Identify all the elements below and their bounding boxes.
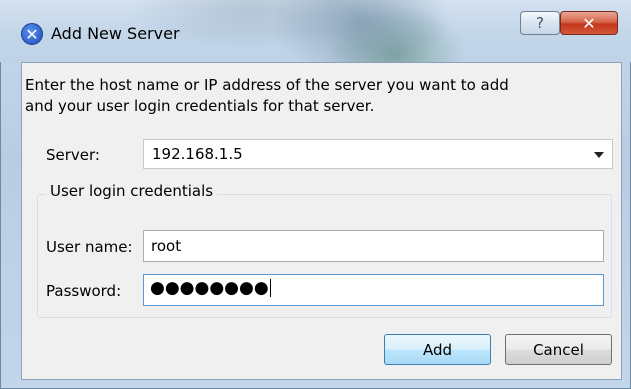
app-icon: ✕ bbox=[21, 23, 43, 45]
text-caret bbox=[269, 279, 271, 297]
server-value: 192.168.1.5 bbox=[152, 145, 243, 163]
password-mask: ●●●●●●●● bbox=[150, 278, 269, 298]
instructions-line-1: Enter the host name or IP address of the… bbox=[25, 76, 509, 94]
username-field[interactable]: root bbox=[143, 230, 604, 262]
instructions-text: Enter the host name or IP address of the… bbox=[25, 75, 585, 117]
server-combobox[interactable]: 192.168.1.5 bbox=[143, 139, 613, 169]
instructions-line-2: and your user login credentials for that… bbox=[25, 97, 375, 115]
title-bar[interactable]: ✕ Add New Server ? ✕ bbox=[0, 0, 631, 62]
password-label: Password: bbox=[46, 282, 122, 300]
add-button[interactable]: Add bbox=[384, 334, 491, 365]
chevron-down-icon[interactable] bbox=[594, 152, 604, 158]
window-title: Add New Server bbox=[51, 24, 180, 43]
password-field[interactable]: ●●●●●●●● bbox=[143, 274, 604, 306]
server-label: Server: bbox=[46, 146, 100, 164]
username-value: root bbox=[151, 237, 182, 255]
password-value: ●●●●●●●● bbox=[150, 278, 271, 298]
credentials-group-label: User login credentials bbox=[46, 182, 218, 200]
cancel-button[interactable]: Cancel bbox=[505, 334, 612, 365]
close-button[interactable]: ✕ bbox=[560, 11, 618, 35]
help-button[interactable]: ? bbox=[520, 11, 560, 35]
username-label: User name: bbox=[46, 238, 133, 256]
